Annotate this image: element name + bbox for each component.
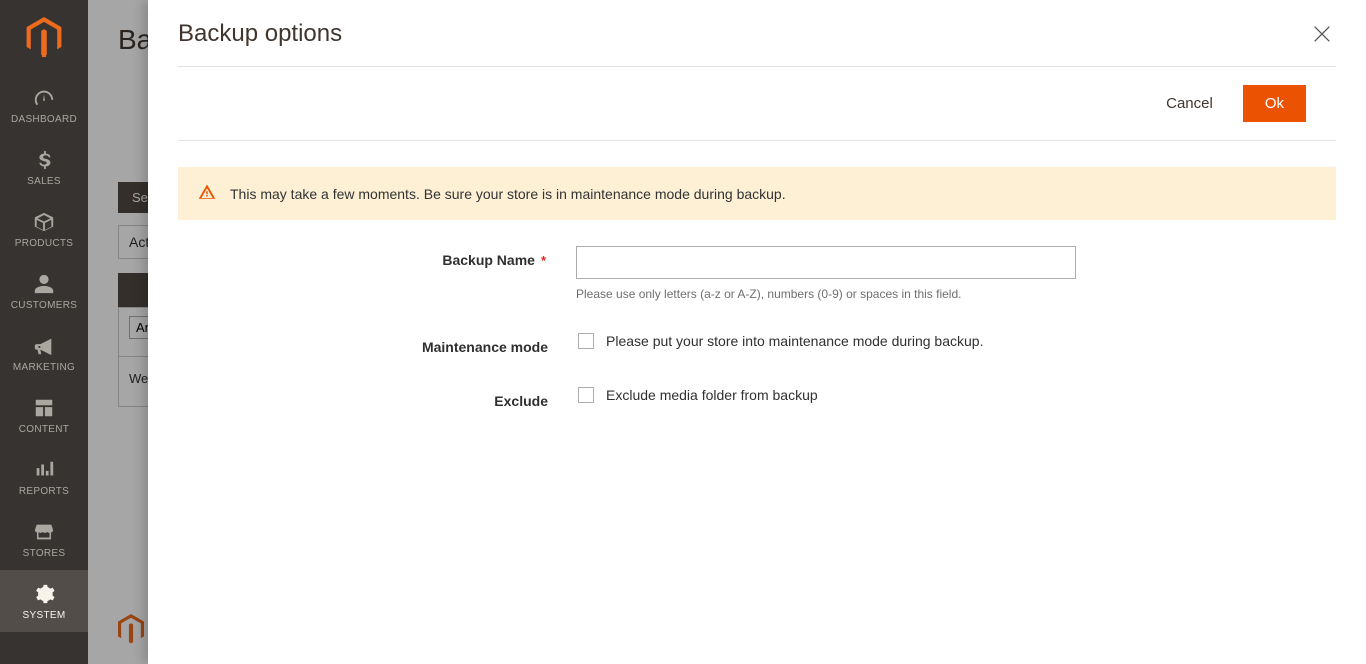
nav-label: REPORTS [19,486,69,497]
nav-stores[interactable]: STORES [0,508,88,570]
maintenance-label: Maintenance mode [178,333,578,355]
warning-text: This may take a few moments. Be sure you… [230,186,786,202]
nav-label: PRODUCTS [15,238,74,249]
modal-header: Backup options [148,0,1366,66]
close-button[interactable] [1308,20,1336,48]
backup-name-input[interactable] [576,246,1076,279]
maintenance-row: Maintenance mode Please put your store i… [178,333,1336,355]
exclude-row: Exclude Exclude media folder from backup [178,387,1336,409]
maintenance-checkbox[interactable] [578,333,594,349]
megaphone-icon [33,334,55,358]
nav-system[interactable]: SYSTEM [0,570,88,632]
cancel-button[interactable]: Cancel [1166,95,1213,112]
admin-sidebar: DASHBOARD SALES PRODUCTS CUSTOMERS MARKE… [0,0,88,664]
warning-icon [198,183,216,204]
ok-button[interactable]: Ok [1243,85,1306,122]
nav-marketing[interactable]: MARKETING [0,322,88,384]
bars-icon [33,458,55,482]
nav-label: DASHBOARD [11,114,77,125]
dollar-icon [33,148,55,172]
nav-label: SALES [27,176,61,187]
store-icon [33,520,55,544]
modal-action-bar: Cancel Ok [178,66,1336,141]
gauge-icon [33,86,55,110]
nav-sales[interactable]: SALES [0,136,88,198]
layout-icon [33,396,55,420]
nav-products[interactable]: PRODUCTS [0,198,88,260]
warning-notice: This may take a few moments. Be sure you… [178,167,1336,220]
nav-content[interactable]: CONTENT [0,384,88,446]
nav-dashboard[interactable]: DASHBOARD [0,74,88,136]
nav-label: CONTENT [19,424,69,435]
box-icon [33,210,55,234]
close-icon [1311,23,1333,45]
maintenance-checkbox-label[interactable]: Please put your store into maintenance m… [606,333,983,349]
nav-label: SYSTEM [23,610,66,621]
exclude-checkbox-label[interactable]: Exclude media folder from backup [606,387,818,403]
backup-name-label: Backup Name* [178,246,576,301]
backup-options-modal: Backup options Cancel Ok This may take a… [148,0,1366,664]
nav-label: STORES [23,548,66,559]
exclude-label: Exclude [178,387,578,409]
nav-label: MARKETING [13,362,75,373]
gear-icon [33,582,55,606]
modal-title: Backup options [178,20,342,48]
nav-reports[interactable]: REPORTS [0,446,88,508]
person-icon [33,272,55,296]
backup-name-row: Backup Name* Please use only letters (a-… [178,246,1336,301]
exclude-checkbox[interactable] [578,387,594,403]
magento-logo[interactable] [0,0,88,74]
nav-label: CUSTOMERS [11,300,77,311]
nav-customers[interactable]: CUSTOMERS [0,260,88,322]
backup-name-hint: Please use only letters (a-z or A-Z), nu… [576,287,1076,301]
